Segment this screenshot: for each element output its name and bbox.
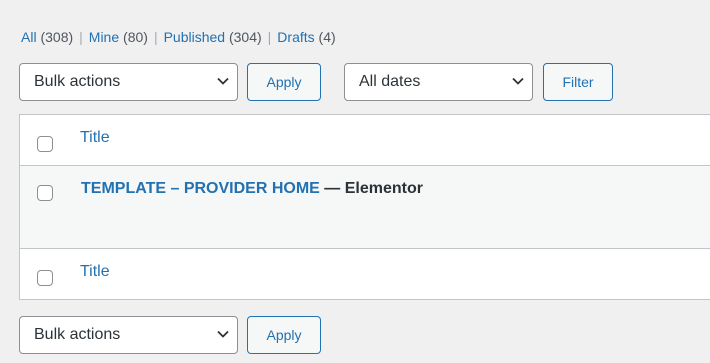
view-all: All (308): [21, 29, 73, 45]
bulk-actions-select-bottom[interactable]: Bulk actions: [19, 316, 238, 354]
apply-button-bottom[interactable]: Apply: [247, 316, 321, 354]
view-separator: |: [153, 29, 158, 45]
view-published-link[interactable]: Published (304): [164, 29, 262, 45]
view-mine-link[interactable]: Mine (80): [89, 29, 148, 45]
tablenav-top: Bulk actions Apply All dates Filter: [19, 62, 613, 102]
view-drafts: Drafts (4): [277, 29, 335, 45]
column-title-sort-link-footer[interactable]: Title: [80, 263, 110, 281]
select-all-checkbox-footer[interactable]: [37, 270, 53, 286]
dates-label: All dates: [359, 73, 421, 90]
bulk-actions-select[interactable]: Bulk actions: [19, 63, 238, 101]
bulk-actions-label-bottom: Bulk actions: [34, 326, 121, 343]
select-all-checkbox[interactable]: [37, 136, 53, 152]
bulk-actions-label: Bulk actions: [34, 73, 121, 90]
chevron-down-icon: [217, 77, 229, 87]
chevron-down-icon: [217, 330, 229, 340]
chevron-down-icon: [512, 77, 524, 87]
apply-button[interactable]: Apply: [247, 63, 321, 101]
view-all-link[interactable]: All (308): [21, 29, 73, 45]
column-title-sort-link[interactable]: Title: [80, 129, 110, 147]
view-published: Published (304): [164, 29, 262, 45]
view-separator: |: [267, 29, 272, 45]
view-separator: |: [79, 29, 83, 45]
view-drafts-link[interactable]: Drafts (4): [277, 29, 335, 45]
post-title-link[interactable]: TEMPLATE – PROVIDER HOME: [81, 180, 320, 197]
table-row: TEMPLATE – PROVIDER HOME — Elementor: [20, 166, 710, 248]
filter-button[interactable]: Filter: [543, 63, 613, 101]
post-title: TEMPLATE – PROVIDER HOME — Elementor: [81, 180, 423, 198]
row-checkbox[interactable]: [37, 185, 53, 201]
view-mine: Mine (80): [89, 29, 148, 45]
table-footer-row: Title: [20, 248, 710, 301]
dates-select[interactable]: All dates: [344, 63, 533, 101]
table-header-row: Title: [20, 115, 710, 166]
post-state: — Elementor: [319, 180, 423, 197]
posts-table: Title TEMPLATE – PROVIDER HOME — Element…: [19, 114, 710, 300]
view-filters: All (308) | Mine (80) | Published (304) | Draf…: [21, 27, 336, 47]
tablenav-bottom: Bulk actions Apply: [19, 315, 321, 355]
